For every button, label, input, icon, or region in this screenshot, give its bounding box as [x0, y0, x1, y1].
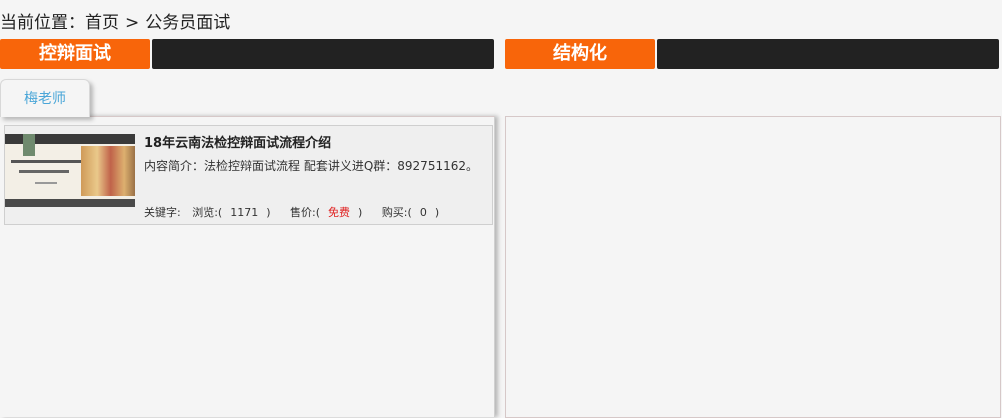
course-thumbnail[interactable] [5, 134, 135, 207]
course-meta: 关键字: 浏览:(1171) 售价:(免费) 购买:(0) [144, 204, 455, 220]
breadcrumb: 当前位置：首页 > 公务员面试 [0, 8, 230, 33]
left-header-bar [152, 39, 494, 69]
left-column-header: 控辩面试 [0, 39, 494, 69]
views-count: 浏览:(1171) [192, 206, 271, 219]
course-desc-label: 内容简介： [144, 159, 205, 173]
thumbnail-flag [23, 134, 35, 156]
breadcrumb-prefix: 当前位置： [0, 13, 85, 33]
course-card[interactable]: 18年云南法检控辩面试流程介绍 内容简介：法检控辩面试流程 配套讲义进Q群：89… [4, 125, 493, 225]
right-column-header: 结构化 [505, 39, 999, 69]
right-content-panel [505, 116, 1001, 418]
right-header-bar [657, 39, 999, 69]
thumbnail-text-line [19, 170, 69, 173]
tab-teacher-mei[interactable]: 梅老师 [0, 79, 90, 117]
keyword-label: 关键字: [144, 206, 181, 219]
thumbnail-books-image [81, 146, 135, 196]
breadcrumb-current: 公务员面试 [145, 13, 231, 33]
breadcrumb-home-link[interactable]: 首页 [85, 13, 119, 33]
course-desc-text: 法检控辩面试流程 配套讲义进Q群：892751162。 [204, 159, 478, 173]
course-description: 内容简介：法检控辩面试流程 配套讲义进Q群：892751162。 [144, 157, 478, 174]
thumbnail-bottom-band [5, 199, 135, 207]
buy-count: 购买:(0) [381, 206, 440, 219]
tab-structured-interview[interactable]: 结构化 [505, 39, 655, 69]
thumbnail-text-line [35, 182, 57, 184]
price-free-badge: 免费 [328, 206, 351, 219]
thumbnail-text-line [11, 160, 81, 163]
course-title[interactable]: 18年云南法检控辩面试流程介绍 [144, 132, 331, 151]
left-content-panel: 18年云南法检控辩面试流程介绍 内容简介：法检控辩面试流程 配套讲义进Q群：89… [0, 116, 495, 417]
price-value: 售价:(免费) [290, 206, 363, 219]
tab-kongbian-interview[interactable]: 控辩面试 [0, 39, 150, 69]
breadcrumb-separator: > [125, 13, 140, 33]
